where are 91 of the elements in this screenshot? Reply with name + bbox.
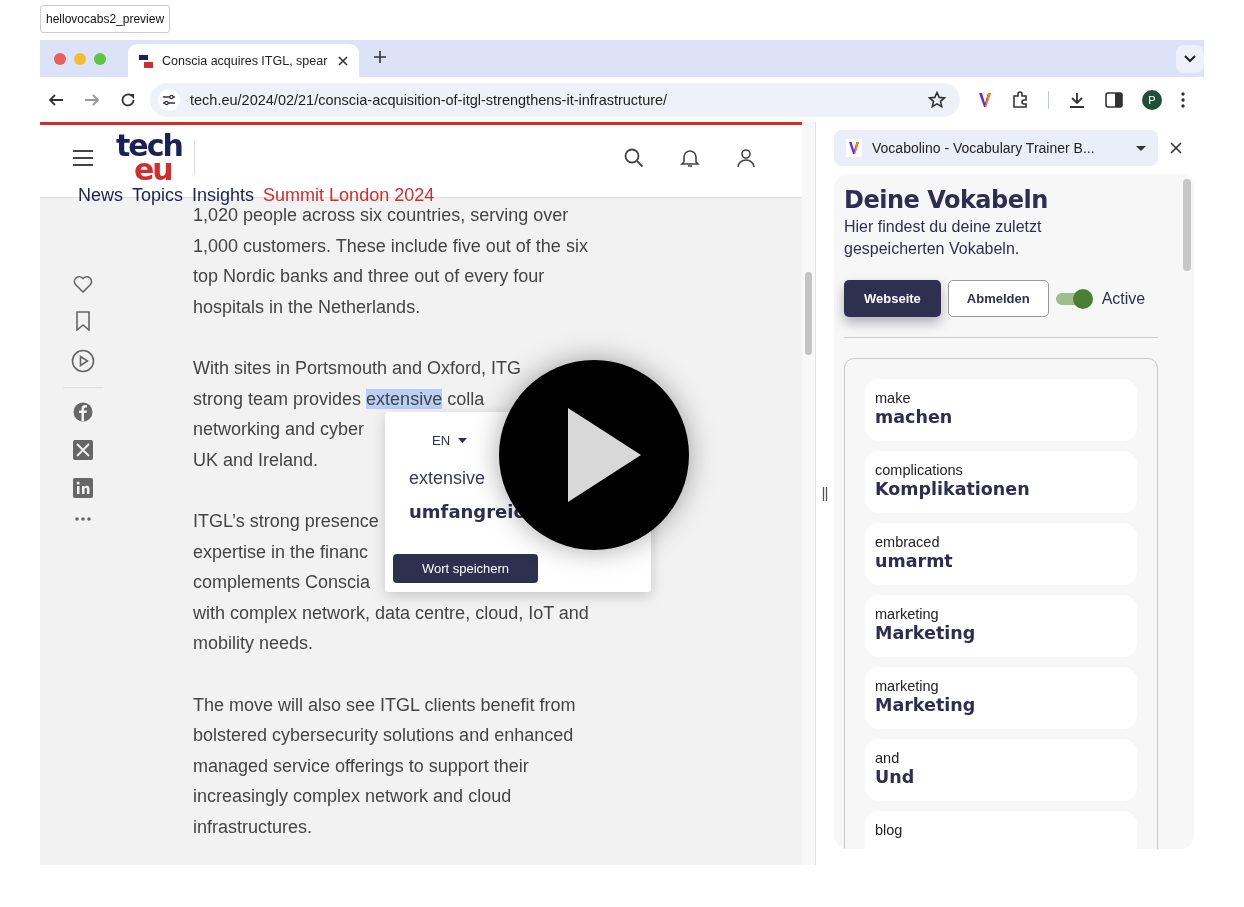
nav-link[interactable]: Summit London 2024 xyxy=(263,185,435,206)
vocab-translation: machen xyxy=(875,407,954,427)
scrollbar-thumb[interactable] xyxy=(805,272,812,355)
v-logo-icon[interactable] xyxy=(978,91,992,108)
scrollbar-thumb[interactable] xyxy=(1183,179,1191,271)
vocab-translation: Und xyxy=(875,767,916,787)
article-text-line: increasingly complex network and cloud xyxy=(193,785,512,809)
article-text-line: The move will also see ITGL clients benefit from xyxy=(193,693,576,717)
article-text-line: bolstered cybersecurity solutions and enhanced xyxy=(193,724,574,748)
article-text-line: complements Conscia xyxy=(193,571,371,595)
toggle-label: Active xyxy=(1101,289,1146,308)
article-text-line: 1,020 people across six countries, serving over xyxy=(193,205,569,227)
caret-icon xyxy=(1136,145,1146,151)
article-text-line: infrastructures. xyxy=(193,815,313,839)
vocab-word: marketing xyxy=(875,606,940,622)
close-window-icon[interactable] xyxy=(54,52,66,65)
vocab-card[interactable]: embraced umarmt xyxy=(865,523,1137,585)
language-selector[interactable]: EN xyxy=(432,433,451,448)
facebook-icon[interactable] xyxy=(73,402,93,422)
vocab-translation: Marketing xyxy=(875,623,977,643)
article-text-line: ITGL’s strong presence xyxy=(193,509,379,533)
logout-button[interactable]: Abmelden xyxy=(947,280,1049,317)
heart-icon[interactable] xyxy=(73,275,93,293)
article-text-line: top Nordic banks and three out of every four xyxy=(193,265,545,289)
vocab-translation: umarmt xyxy=(875,551,954,571)
panel-description: Hier findest du deine zuletzt gespeicherten Vokabeln. xyxy=(844,217,1043,259)
nav-link[interactable]: Topics xyxy=(132,185,184,206)
x-logo-icon[interactable] xyxy=(73,440,93,460)
vocab-word: marketing xyxy=(875,678,940,694)
user-icon[interactable] xyxy=(736,148,756,168)
article-text-line: managed service offerings to support their xyxy=(193,754,529,778)
bookmark-icon[interactable] xyxy=(75,311,91,331)
nav-link[interactable]: Insights xyxy=(192,185,255,206)
more-options-icon[interactable] xyxy=(74,516,92,522)
extension-selector[interactable]: Vocabolino - Vocabulary Trainer B... xyxy=(834,130,1158,166)
side-panel-icon[interactable] xyxy=(1105,91,1123,108)
vocab-word: blog xyxy=(875,822,904,838)
article-text-line: with complex network, data centre, cloud, IoT and xyxy=(193,601,589,625)
article-text-line: With sites in Portsmouth and Oxford, ITG xyxy=(193,356,522,380)
article-text-line: UK and Ireland. xyxy=(193,448,319,472)
save-word-button[interactable]: Wort speichern xyxy=(393,554,538,583)
address-bar[interactable]: tech.eu/2024/02/21/conscia-acquisition-of-itgl-strengthens-it-infrastructure/ xyxy=(150,82,960,117)
vocab-card[interactable]: marketing Marketing xyxy=(865,667,1137,729)
vocab-card[interactable]: marketing Marketing xyxy=(865,595,1137,657)
profile-avatar[interactable]: P xyxy=(1142,89,1162,110)
star-icon[interactable] xyxy=(928,90,946,109)
tab-list-button[interactable] xyxy=(1176,44,1204,73)
vocab-word: complications xyxy=(875,462,964,478)
chevron-down-icon xyxy=(1184,54,1196,63)
vocab-translation: Marketing xyxy=(875,695,977,715)
forward-icon[interactable] xyxy=(84,91,100,108)
site-logo[interactable]: tech eu xyxy=(116,134,182,182)
linkedin-icon[interactable] xyxy=(73,478,93,498)
new-tab-icon[interactable] xyxy=(373,49,387,64)
download-icon[interactable] xyxy=(1068,90,1086,109)
more-icon[interactable] xyxy=(1181,91,1185,108)
browser-tab[interactable]: Conscia acquires ITGL, spear xyxy=(128,44,359,77)
site-favicon xyxy=(138,52,154,69)
close-icon[interactable] xyxy=(1170,142,1182,154)
website-button[interactable]: Webseite xyxy=(844,280,941,317)
panel-heading: Deine Vokabeln xyxy=(844,186,1049,214)
back-icon[interactable] xyxy=(48,91,64,108)
article-text-line: mobility needs. xyxy=(193,632,314,656)
article-text-line: networking and cyber xyxy=(193,418,365,442)
search-icon[interactable] xyxy=(624,148,644,168)
source-word: extensive xyxy=(409,468,486,489)
play-circle-icon[interactable] xyxy=(71,349,95,373)
article-text-line: expertise in the financ xyxy=(193,540,369,564)
v-logo-icon xyxy=(846,139,862,157)
preview-label: hellovocabs2_preview xyxy=(40,5,171,33)
vocab-translation: Komplikationen xyxy=(875,479,1031,499)
article-text-line: strong team provides extensive colla xyxy=(193,387,485,411)
vocab-word: embraced xyxy=(875,534,941,550)
vocab-card[interactable]: and Und xyxy=(865,739,1137,801)
active-toggle[interactable] xyxy=(1055,288,1093,309)
resize-handle-icon[interactable] xyxy=(822,486,828,501)
menu-icon[interactable] xyxy=(72,150,94,166)
nav-link[interactable]: News xyxy=(78,185,123,206)
article-text-line: hospitals in the Netherlands. xyxy=(193,295,421,319)
vocab-word: make xyxy=(875,390,912,406)
reload-icon[interactable] xyxy=(120,91,136,108)
vocab-word: and xyxy=(875,750,901,766)
bell-icon[interactable] xyxy=(680,148,700,168)
puzzle-icon[interactable] xyxy=(1011,90,1029,109)
close-icon[interactable] xyxy=(337,54,349,67)
vocab-card[interactable]: complications Komplikationen xyxy=(865,451,1137,513)
site-settings-icon[interactable] xyxy=(162,93,176,106)
caret-icon[interactable] xyxy=(458,438,468,443)
vocab-card[interactable]: blog xyxy=(865,811,1137,849)
vocab-card[interactable]: make machen xyxy=(865,379,1137,441)
article-text-line: 1,000 customers. These include five out of the six xyxy=(193,234,588,258)
